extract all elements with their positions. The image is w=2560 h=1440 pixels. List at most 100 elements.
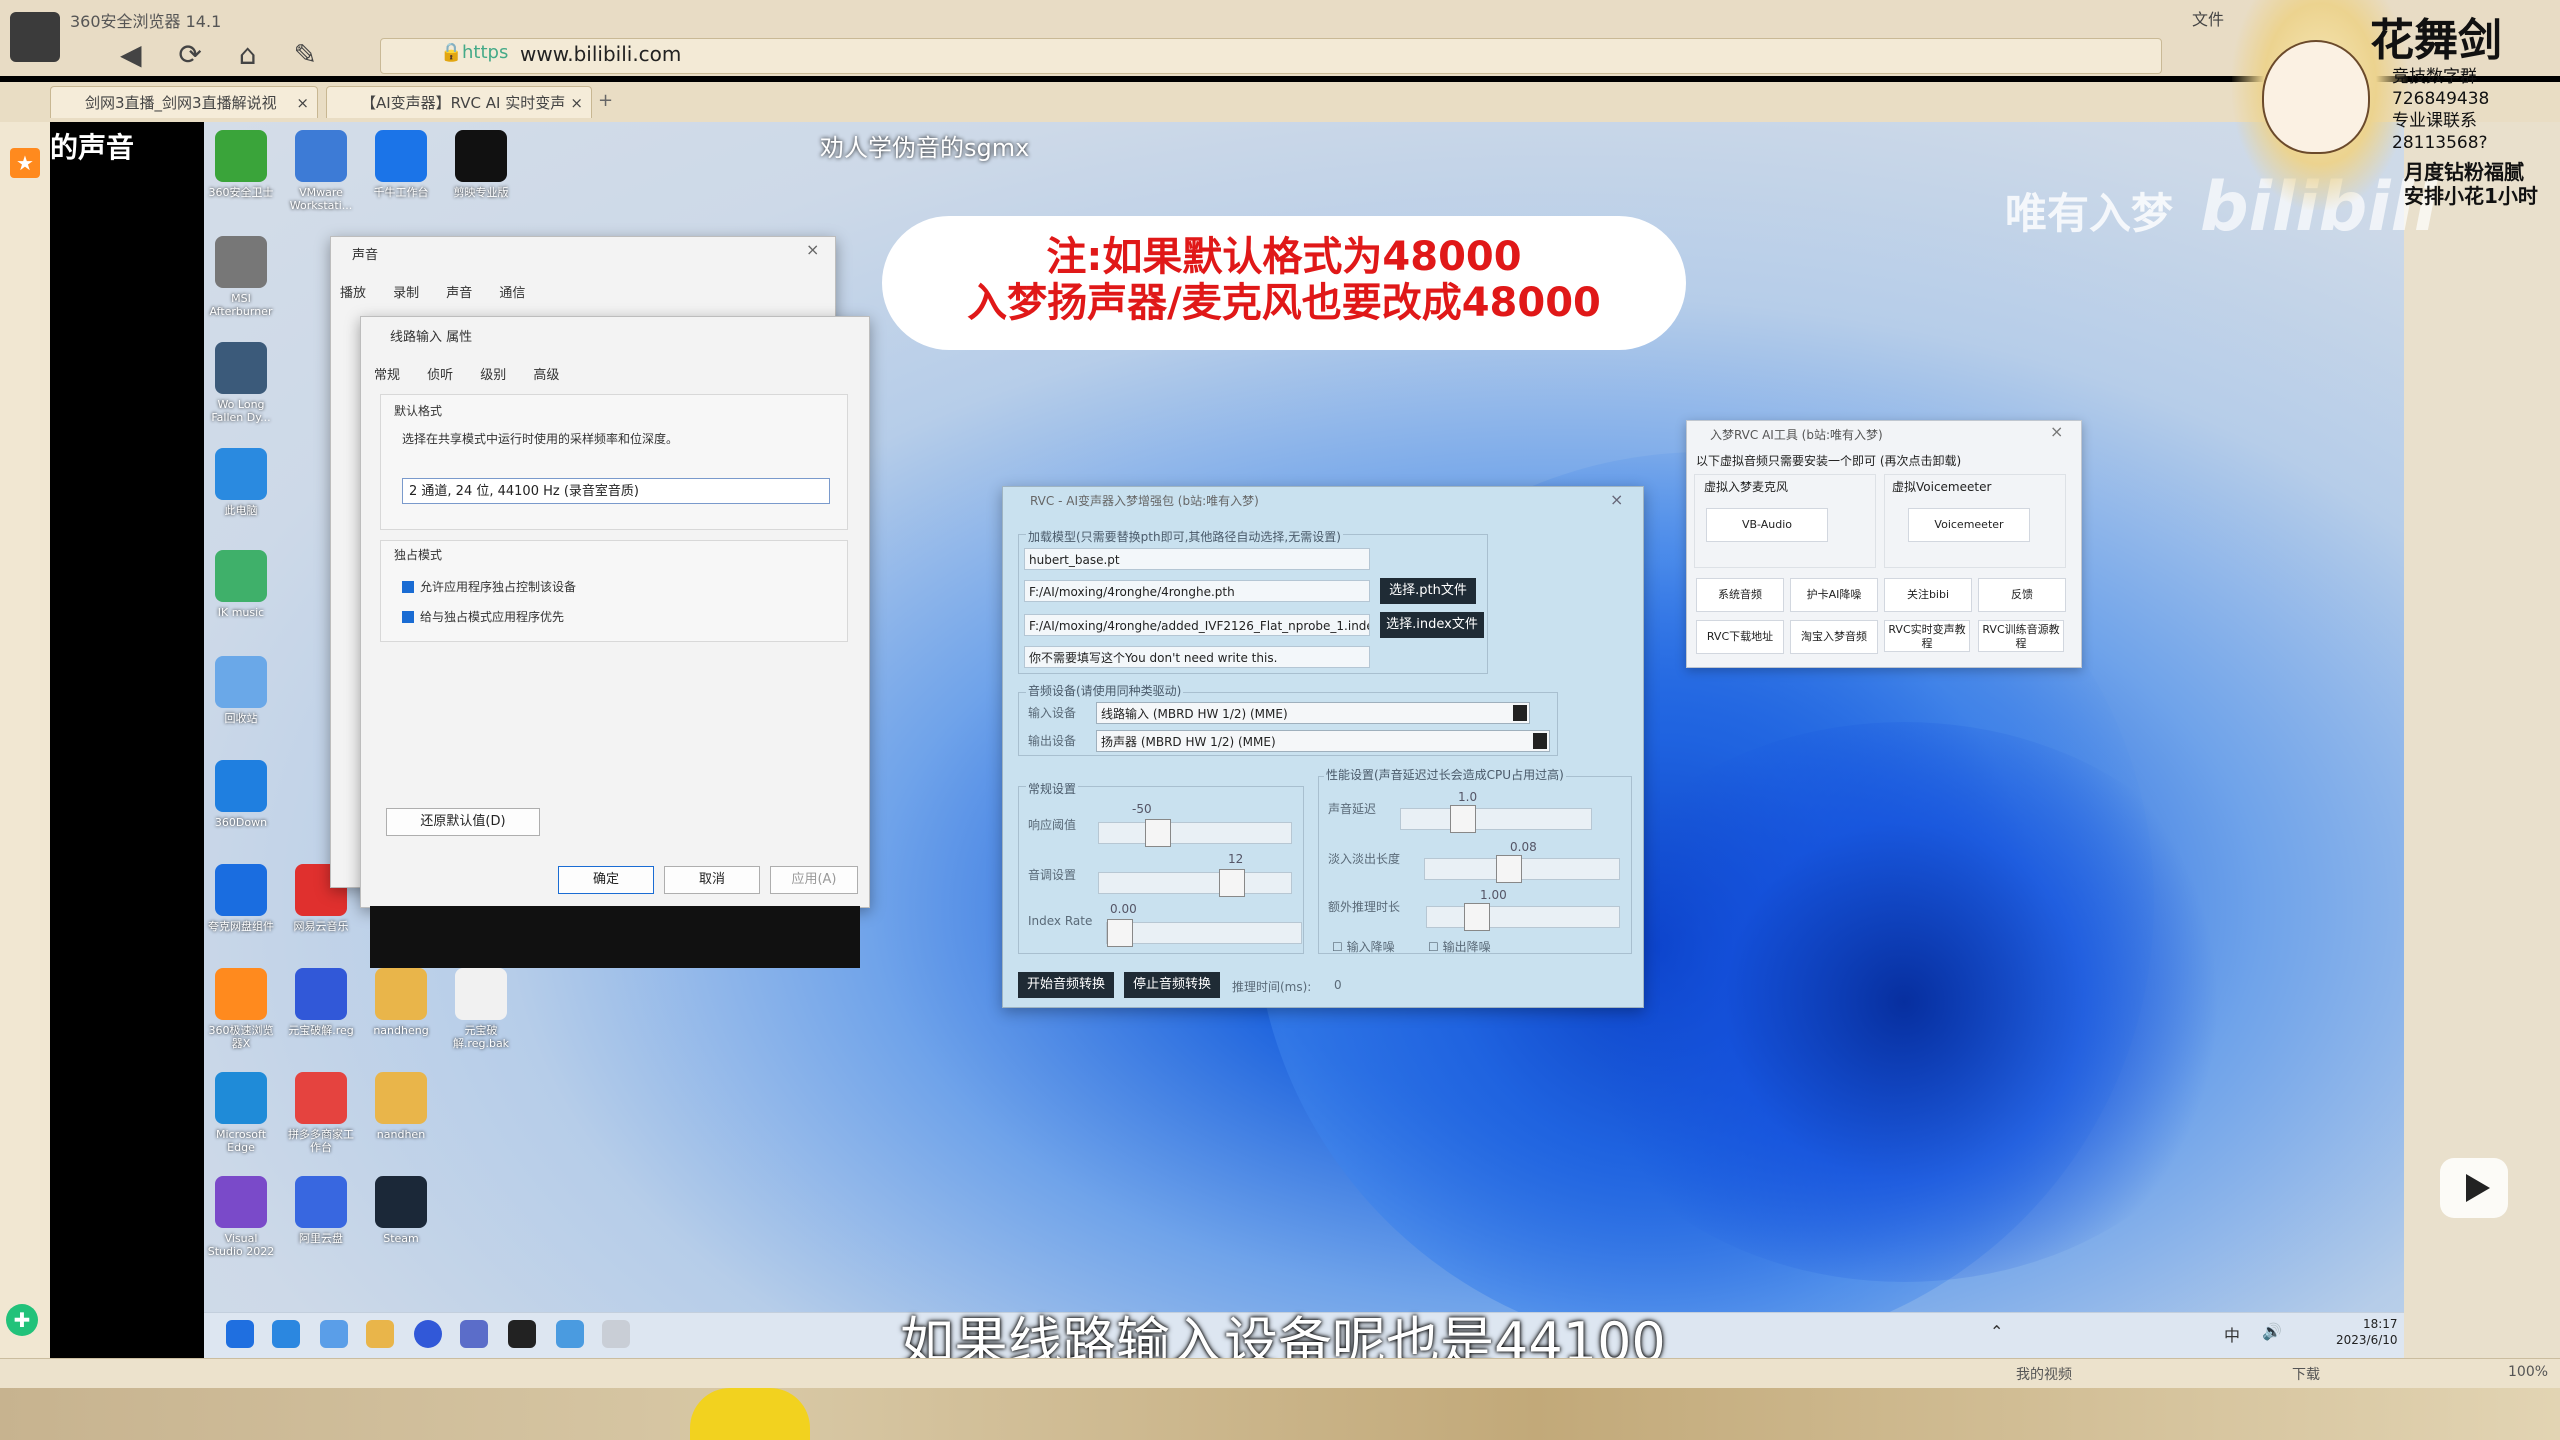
desktop-icon[interactable]: 360Down bbox=[206, 760, 276, 829]
desktop-icon[interactable]: 此电脑 bbox=[206, 448, 276, 517]
close-icon[interactable]: × bbox=[570, 87, 583, 118]
desktop-icon[interactable]: Steam bbox=[366, 1176, 436, 1245]
stop-conversion-button[interactable]: 停止音频转换 bbox=[1124, 972, 1220, 998]
desktop-icon[interactable]: VMware Workstati... bbox=[286, 130, 356, 212]
output-denoise-checkbox[interactable]: ☐ 输出降噪 bbox=[1428, 938, 1491, 955]
voicemeeter-button[interactable]: Voicemeeter bbox=[1908, 508, 2030, 542]
desktop-icon[interactable]: IK music bbox=[206, 550, 276, 619]
close-icon[interactable]: × bbox=[806, 240, 819, 259]
slider-thumb[interactable] bbox=[1107, 919, 1133, 947]
index-rate-slider[interactable] bbox=[1106, 919, 1302, 947]
desktop-icon[interactable]: nandheng bbox=[366, 968, 436, 1037]
desktop-icon[interactable]: 回收站 bbox=[206, 656, 276, 725]
ok-button[interactable]: 确定 bbox=[558, 866, 654, 894]
desktop-icon[interactable]: nandhen bbox=[366, 1072, 436, 1141]
exclusive-priority-checkbox[interactable]: 给与独占模式应用程序优先 bbox=[402, 608, 564, 625]
tab-playback[interactable]: 播放 bbox=[340, 286, 366, 301]
desktop-icon[interactable]: MSI Afterburner bbox=[206, 236, 276, 318]
index-rate-value: 0.00 bbox=[1110, 902, 1137, 916]
assistant-icon[interactable]: ✚ bbox=[6, 1304, 38, 1336]
new-tab-icon[interactable]: + bbox=[598, 90, 613, 111]
sample-format-select[interactable]: 2 通道, 24 位, 44100 Hz (录音室音质) bbox=[402, 478, 830, 504]
download-link[interactable]: 下载 bbox=[2292, 1364, 2320, 1384]
delay-slider[interactable] bbox=[1400, 805, 1592, 833]
desktop-icon[interactable]: 拼多多商家工作台 bbox=[286, 1072, 356, 1154]
folder-icon[interactable] bbox=[366, 1320, 394, 1348]
cancel-button[interactable]: 取消 bbox=[664, 866, 760, 894]
start-icon[interactable] bbox=[226, 1320, 254, 1348]
tray-chevron-icon[interactable]: ⌃ bbox=[1990, 1322, 2003, 1341]
start-conversion-button[interactable]: 开始音频转换 bbox=[1018, 972, 1114, 998]
ime-indicator[interactable]: 中 bbox=[2224, 1322, 2240, 1346]
output-device-select[interactable]: 扬声器 (MBRD HW 1/2) (MME) bbox=[1096, 730, 1550, 752]
follow-bibi-button[interactable]: 关注bibi bbox=[1884, 578, 1972, 612]
close-icon[interactable]: × bbox=[1610, 490, 1623, 509]
pth-path-field[interactable]: F:/AI/moxing/4ronghe/4ronghe.pth bbox=[1024, 580, 1370, 602]
tab-general[interactable]: 常规 bbox=[374, 368, 400, 383]
tab-recording[interactable]: 录制 bbox=[393, 286, 419, 301]
realtime-tutorial-button[interactable]: RVC实时变声教程 bbox=[1884, 620, 1970, 652]
note-field[interactable]: 你不需要填写这个You don't need write this. bbox=[1024, 646, 1370, 668]
desktop-icon[interactable]: Wo Long Fallen Dy... bbox=[206, 342, 276, 424]
desktop-icon[interactable]: 360极速浏览器X bbox=[206, 968, 276, 1050]
nav-toolbar-icons[interactable]: ◀ ⟳ ⌂ ✎ bbox=[120, 38, 331, 71]
desktop-icon[interactable]: 元宝破解.reg.bak bbox=[446, 968, 516, 1050]
slider-thumb[interactable] bbox=[1450, 805, 1476, 833]
slider-thumb[interactable] bbox=[1219, 869, 1245, 897]
terminal-icon[interactable] bbox=[508, 1320, 536, 1348]
tab-jx3-live[interactable]: 剑网3直播_剑网3直播解说视 × bbox=[50, 86, 318, 118]
my-video-link[interactable]: 我的视频 bbox=[2016, 1364, 2072, 1384]
taskbar-app-icon[interactable] bbox=[414, 1320, 442, 1348]
restore-defaults-button[interactable]: 还原默认值(D) bbox=[386, 808, 540, 836]
rvc-download-button[interactable]: RVC下载地址 bbox=[1696, 620, 1784, 654]
select-pth-button[interactable]: 选择.pth文件 bbox=[1380, 578, 1476, 604]
index-path-field[interactable]: F:/AI/moxing/4ronghe/added_IVF2126_Flat_… bbox=[1024, 614, 1370, 636]
tab-sounds[interactable]: 声音 bbox=[446, 286, 472, 301]
menu-file[interactable]: 文件 bbox=[2192, 6, 2224, 30]
ai-denoise-button[interactable]: 护卡AI降噪 bbox=[1790, 578, 1878, 612]
desktop-icon[interactable]: 360安全卫士 bbox=[206, 130, 276, 199]
fade-slider[interactable] bbox=[1424, 855, 1620, 883]
taskbar-app-icon[interactable] bbox=[320, 1320, 348, 1348]
tab-rvc-video[interactable]: 【AI变声器】RVC AI 实时变声 × bbox=[326, 86, 592, 118]
tab-listen[interactable]: 侦听 bbox=[427, 368, 453, 383]
favorites-star-icon[interactable]: ★ bbox=[10, 148, 40, 178]
system-audio-button[interactable]: 系统音频 bbox=[1696, 578, 1784, 612]
taobao-audio-button[interactable]: 淘宝入梦音频 bbox=[1790, 620, 1878, 654]
tab-communications[interactable]: 通信 bbox=[499, 286, 525, 301]
desktop-icon[interactable]: Microsoft Edge bbox=[206, 1072, 276, 1154]
desktop-icon[interactable]: Visual Studio 2022 bbox=[206, 1176, 276, 1258]
taskbar-app-icon[interactable] bbox=[602, 1320, 630, 1348]
desktop-icon[interactable]: 元宝破解.reg bbox=[286, 968, 356, 1037]
input-denoise-checkbox[interactable]: ☐ 输入降噪 bbox=[1332, 938, 1395, 955]
input-device-select[interactable]: 线路输入 (MBRD HW 1/2) (MME) bbox=[1096, 702, 1530, 724]
allow-exclusive-checkbox[interactable]: 允许应用程序独占控制该设备 bbox=[402, 578, 576, 595]
select-index-button[interactable]: 选择.index文件 bbox=[1380, 612, 1484, 638]
desktop-icon[interactable]: 阿里云盘 bbox=[286, 1176, 356, 1245]
desktop-icon[interactable]: 千牛工作台 bbox=[366, 130, 436, 199]
training-tutorial-button[interactable]: RVC训练音源教程 bbox=[1978, 620, 2064, 652]
volume-icon[interactable]: 🔊 bbox=[2262, 1322, 2282, 1341]
tray-clock[interactable]: 18:17 2023/6/10 bbox=[2336, 1316, 2398, 1348]
pitch-slider[interactable] bbox=[1098, 869, 1292, 897]
slider-thumb[interactable] bbox=[1496, 855, 1522, 883]
threshold-slider[interactable] bbox=[1098, 819, 1292, 847]
url-text[interactable]: www.bilibili.com bbox=[520, 42, 681, 66]
hubert-path-field[interactable]: hubert_base.pt bbox=[1024, 548, 1370, 570]
desktop-icon[interactable]: 剪映专业版 bbox=[446, 130, 516, 199]
feedback-button[interactable]: 反馈 bbox=[1978, 578, 2066, 612]
taskbar-app-icon[interactable] bbox=[272, 1320, 300, 1348]
close-icon[interactable]: × bbox=[2050, 422, 2063, 441]
vb-audio-button[interactable]: VB-Audio bbox=[1706, 508, 1828, 542]
extra-slider[interactable] bbox=[1426, 903, 1620, 931]
slider-thumb[interactable] bbox=[1145, 819, 1171, 847]
settings-gear-icon[interactable] bbox=[460, 1320, 488, 1348]
tab-levels[interactable]: 级别 bbox=[480, 368, 506, 383]
desktop-icon[interactable]: 夸克网盘组件 bbox=[206, 864, 276, 933]
tab-advanced[interactable]: 高级 bbox=[533, 368, 559, 383]
zoom-level[interactable]: 100% bbox=[2508, 1364, 2548, 1380]
apply-button[interactable]: 应用(A) bbox=[770, 866, 858, 894]
close-icon[interactable]: × bbox=[296, 87, 309, 118]
taskbar-app-icon[interactable] bbox=[556, 1320, 584, 1348]
slider-thumb[interactable] bbox=[1464, 903, 1490, 931]
